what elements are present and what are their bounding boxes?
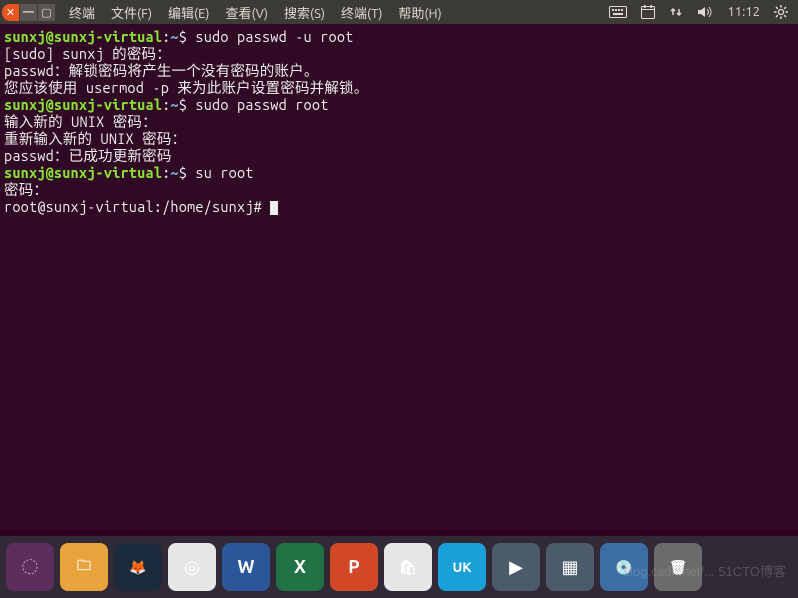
- menu-search[interactable]: 搜索(S): [278, 3, 331, 22]
- close-icon[interactable]: ✕: [2, 4, 19, 21]
- terminal-line: sunxj@sunxj-virtual:~$ sudo passwd root: [4, 96, 794, 113]
- menu-view[interactable]: 查看(V): [220, 3, 274, 22]
- gear-icon[interactable]: [774, 5, 788, 19]
- watermark: blog.csdn.net/... 51CTO博客: [623, 561, 786, 580]
- terminal-line: 密码：: [4, 181, 794, 198]
- ubuntu-launcher-icon: ◌: [22, 557, 37, 577]
- menu-help[interactable]: 帮助(H): [392, 3, 447, 22]
- word-icon: W: [238, 557, 255, 577]
- ubuntu-kylin-icon: UK: [452, 559, 471, 575]
- dock-app-excel[interactable]: X: [276, 543, 324, 591]
- menubar: ✕ — ▢ 终端 文件(F) 编辑(E) 查看(V) 搜索(S) 终端(T) 帮…: [0, 0, 798, 24]
- terminal-line: passwd：解锁密码将产生一个没有密码的账户。: [4, 62, 794, 79]
- keyboard-icon[interactable]: [609, 6, 627, 18]
- command-text: sudo passwd -u root: [195, 28, 353, 45]
- maximize-icon[interactable]: ▢: [38, 4, 55, 21]
- clock[interactable]: 11:12: [727, 5, 760, 19]
- terminal-line: root@sunxj-virtual:/home/sunxj#: [4, 198, 794, 215]
- dock-app-powerpoint[interactable]: P: [330, 543, 378, 591]
- terminal-line: 重新输入新的 UNIX 密码：: [4, 130, 794, 147]
- software-center-icon: 🛍: [399, 559, 417, 576]
- prompt-user: sunxj@sunxj-virtual: [4, 28, 162, 45]
- volume-icon[interactable]: [697, 5, 713, 19]
- calendar-icon[interactable]: [641, 5, 655, 19]
- cursor: [270, 201, 278, 215]
- window-controls: ✕ — ▢: [2, 4, 55, 21]
- workspace-icon: ▦: [561, 557, 578, 578]
- minimize-icon[interactable]: —: [20, 4, 37, 21]
- network-icon[interactable]: [669, 5, 683, 19]
- terminal-line: sunxj@sunxj-virtual:~$ sudo passwd -u ro…: [4, 28, 794, 45]
- dock-app-firefox[interactable]: 🦊: [114, 543, 162, 591]
- dock-app-player[interactable]: ▶: [492, 543, 540, 591]
- menu-file[interactable]: 文件(F): [105, 3, 158, 22]
- dock-app-chromium[interactable]: ◎: [168, 543, 216, 591]
- powerpoint-icon: P: [348, 557, 359, 577]
- prompt-path: ~: [170, 164, 178, 181]
- chromium-icon: ◎: [184, 557, 200, 578]
- dock-app-software-center[interactable]: 🛍: [384, 543, 432, 591]
- system-tray: 11:12: [609, 5, 796, 19]
- command-text: su root: [195, 164, 253, 181]
- prompt-user: sunxj@sunxj-virtual: [4, 164, 162, 181]
- terminal-line: 输入新的 UNIX 密码：: [4, 113, 794, 130]
- command-text: sudo passwd root: [195, 96, 328, 113]
- app-menus: 终端 文件(F) 编辑(E) 查看(V) 搜索(S) 终端(T) 帮助(H): [63, 3, 448, 22]
- dock-app-ubuntu-launcher[interactable]: ◌: [6, 543, 54, 591]
- excel-icon: X: [294, 557, 306, 577]
- dock-app-ubuntu-kylin[interactable]: UK: [438, 543, 486, 591]
- player-icon: ▶: [509, 557, 523, 578]
- prompt-user: sunxj@sunxj-virtual: [4, 96, 162, 113]
- root-prompt: root@sunxj-virtual:/home/sunxj#: [4, 198, 270, 215]
- terminal-line: passwd：已成功更新密码: [4, 147, 794, 164]
- prompt-path: ~: [170, 96, 178, 113]
- dock-app-word[interactable]: W: [222, 543, 270, 591]
- firefox-icon: 🦊: [129, 559, 146, 576]
- terminal-line: sunxj@sunxj-virtual:~$ su root: [4, 164, 794, 181]
- terminal-line: [sudo] sunxj 的密码：: [4, 45, 794, 62]
- menu-edit[interactable]: 编辑(E): [162, 3, 215, 22]
- menu-terminal-label[interactable]: 终端: [63, 3, 101, 22]
- terminal[interactable]: sunxj@sunxj-virtual:~$ sudo passwd -u ro…: [0, 24, 798, 530]
- dock-app-files[interactable]: 🗀: [60, 543, 108, 591]
- dock-app-workspace[interactable]: ▦: [546, 543, 594, 591]
- terminal-line: 您应该使用 usermod -p 来为此账户设置密码并解锁。: [4, 79, 794, 96]
- files-icon: 🗀: [77, 555, 91, 579]
- menu-terminal[interactable]: 终端(T): [335, 3, 388, 22]
- prompt-path: ~: [170, 28, 178, 45]
